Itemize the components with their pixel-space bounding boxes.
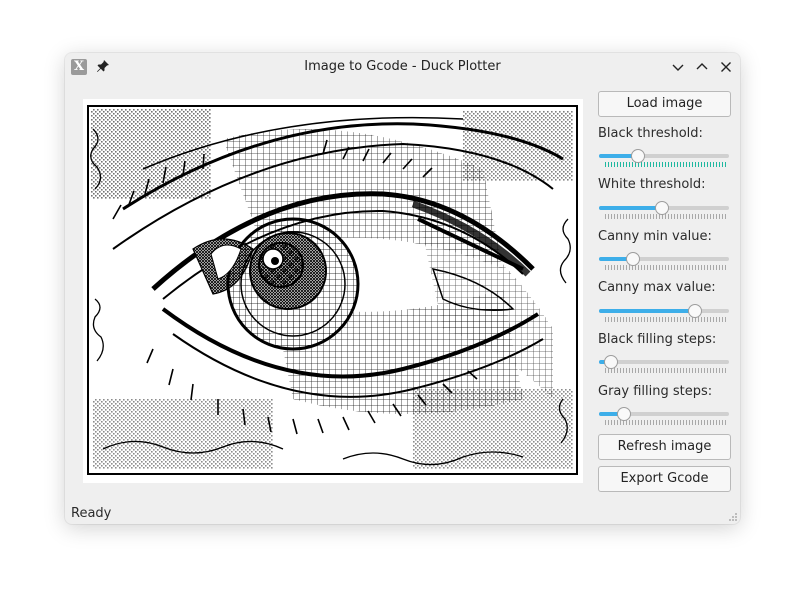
export-gcode-button[interactable]: Export Gcode xyxy=(598,466,731,492)
window-title: Image to Gcode - Duck Plotter xyxy=(304,59,501,74)
slider-handle[interactable] xyxy=(687,304,702,318)
slider-handle[interactable] xyxy=(603,355,618,369)
resize-grip-icon[interactable] xyxy=(728,512,738,522)
slider-ticks xyxy=(605,317,728,322)
gray-filling-steps-slider[interactable] xyxy=(598,407,731,427)
title-bar[interactable]: X Image to Gcode - Duck Plotter xyxy=(65,53,740,81)
chevron-up-icon[interactable] xyxy=(694,59,710,75)
gray-filling-steps-label: Gray filling steps: xyxy=(598,384,713,399)
black-threshold-label: Black threshold: xyxy=(598,126,703,141)
canny-min-label: Canny min value: xyxy=(598,229,712,244)
black-filling-steps-label: Black filling steps: xyxy=(598,332,717,347)
app-window: X Image to Gcode - Duck Plotter Load ima… xyxy=(65,53,740,524)
slider-groove xyxy=(599,360,729,364)
slider-handle[interactable] xyxy=(630,149,645,163)
eye-drawing-preview xyxy=(83,99,583,483)
black-threshold-slider[interactable] xyxy=(598,149,731,169)
close-icon[interactable] xyxy=(718,59,734,75)
load-image-button[interactable]: Load image xyxy=(598,91,731,117)
chevron-down-icon[interactable] xyxy=(670,59,686,75)
slider-ticks xyxy=(605,368,728,373)
slider-handle[interactable] xyxy=(655,201,670,215)
canny-max-label: Canny max value: xyxy=(598,280,716,295)
canny-min-slider[interactable] xyxy=(598,252,731,272)
slider-fill xyxy=(599,309,695,313)
slider-handle[interactable] xyxy=(616,407,631,421)
slider-ticks xyxy=(605,265,728,270)
black-filling-steps-slider[interactable] xyxy=(598,355,731,375)
image-preview xyxy=(83,99,583,483)
slider-ticks xyxy=(605,214,728,219)
refresh-image-button[interactable]: Refresh image xyxy=(598,434,731,460)
slider-handle[interactable] xyxy=(625,252,640,266)
canny-max-slider[interactable] xyxy=(598,304,731,324)
white-threshold-slider[interactable] xyxy=(598,201,731,221)
slider-ticks xyxy=(605,162,728,167)
slider-fill xyxy=(599,206,663,210)
white-threshold-label: White threshold: xyxy=(598,177,706,192)
status-bar-text: Ready xyxy=(71,506,112,521)
